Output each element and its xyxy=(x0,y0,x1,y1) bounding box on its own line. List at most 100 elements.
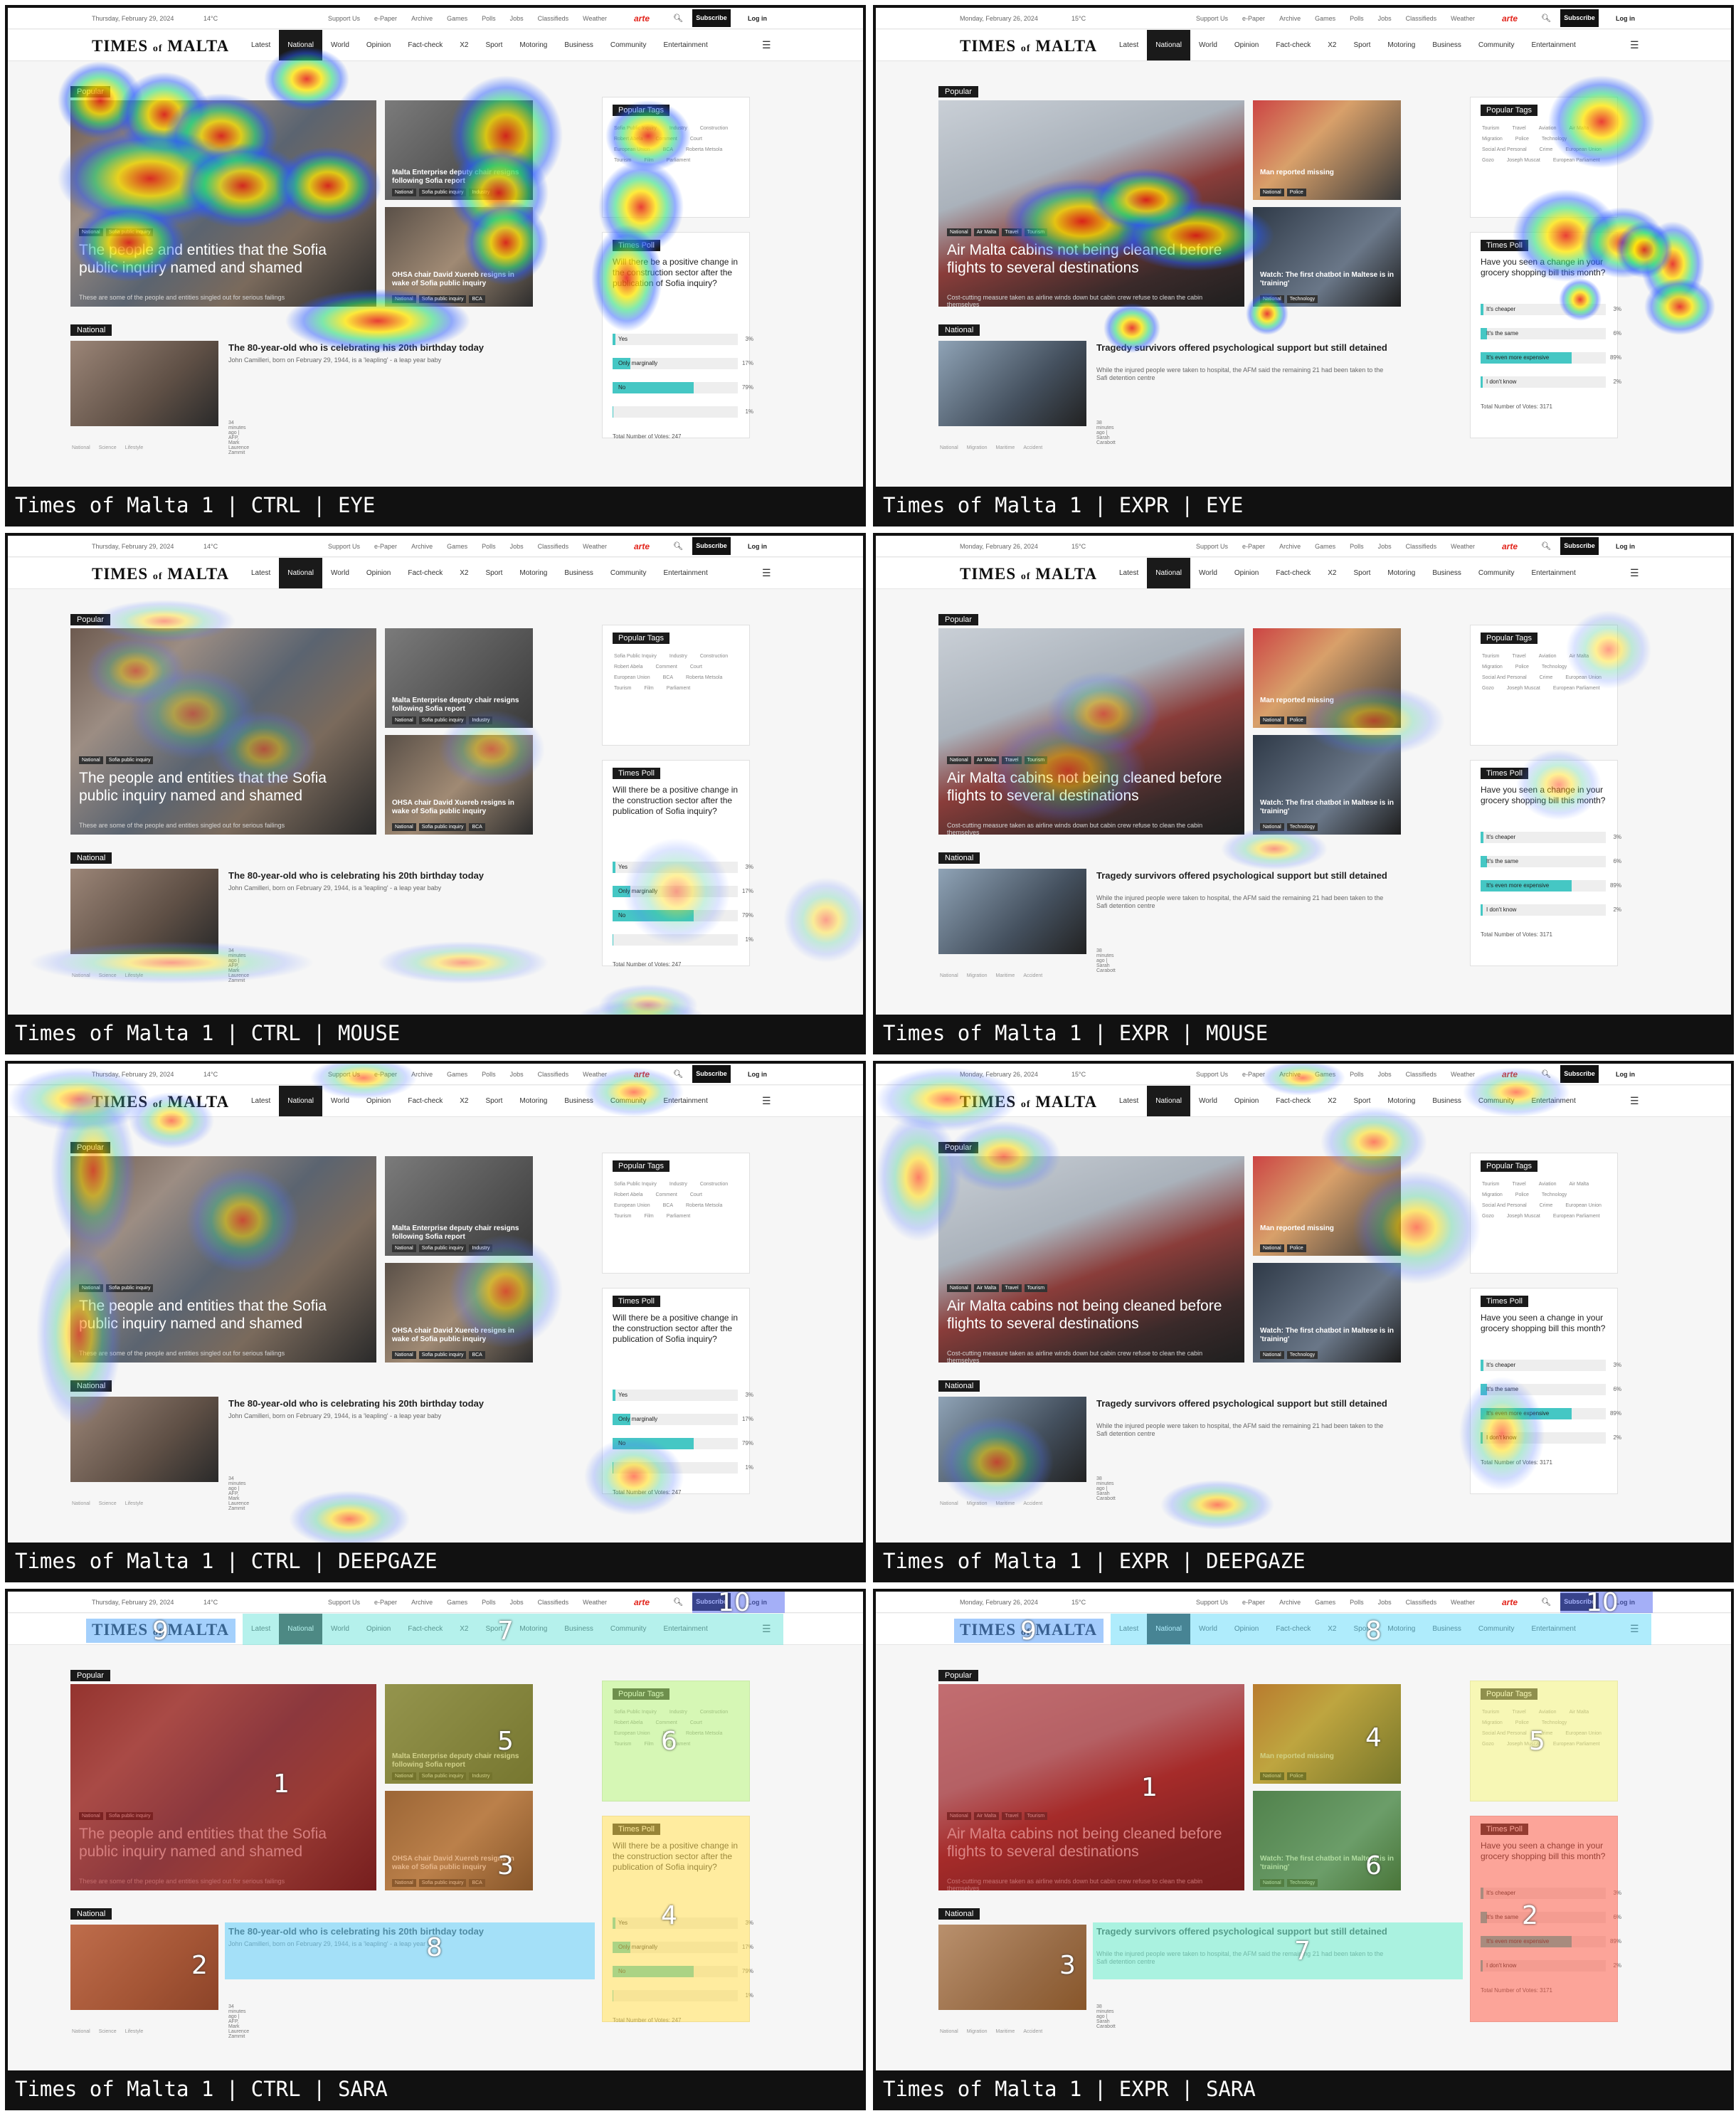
nav-item[interactable]: Latest xyxy=(1111,558,1147,588)
chip[interactable]: Migration xyxy=(967,973,988,978)
top-link[interactable]: Polls xyxy=(1350,543,1364,550)
chip[interactable]: Technology xyxy=(1286,1879,1318,1887)
tag-link[interactable]: BCA xyxy=(663,675,673,680)
nav-item[interactable]: X2 xyxy=(1319,1614,1345,1644)
tag-link[interactable]: Industry xyxy=(669,1710,687,1715)
chip[interactable]: Sofia public inquiry xyxy=(418,823,467,831)
top-link[interactable]: Games xyxy=(447,1599,467,1606)
tag-link[interactable]: Air Malta xyxy=(1570,1182,1589,1187)
tag-link[interactable]: European Union xyxy=(1565,1731,1602,1736)
login-link[interactable]: Log in xyxy=(1616,15,1635,22)
national-article-headline[interactable]: Tragedy survivors offered psychological … xyxy=(1096,1398,1395,1409)
nav-item[interactable]: World xyxy=(322,1086,358,1116)
chip[interactable]: National xyxy=(940,445,958,450)
tag-link[interactable]: Court xyxy=(690,1720,702,1725)
site-logo[interactable]: TIMES of MALTA xyxy=(960,1093,1097,1111)
tag-link[interactable]: Tourism xyxy=(614,158,632,163)
login-link[interactable]: Log in xyxy=(748,15,767,22)
chip[interactable]: Maritime xyxy=(995,973,1015,978)
hero-headline[interactable]: The people and entities that the Sofia p… xyxy=(79,1825,368,1861)
nav-item[interactable]: Business xyxy=(1424,558,1470,588)
top-link[interactable]: Classifieds xyxy=(538,15,569,22)
poll-option[interactable]: It's even more expensive 89% xyxy=(1481,880,1621,892)
top-link[interactable]: Jobs xyxy=(510,1599,524,1606)
tag-link[interactable]: Tourism xyxy=(1482,126,1500,131)
top-link[interactable]: Weather xyxy=(583,543,607,550)
tag-link[interactable]: Robert Abela xyxy=(614,665,642,670)
chip[interactable]: Travel xyxy=(1002,1812,1022,1820)
chip[interactable]: Accident xyxy=(1023,445,1042,450)
side-article-1-headline[interactable]: Man reported missing xyxy=(1260,169,1395,177)
tag-link[interactable]: Film xyxy=(645,1742,654,1747)
tag-link[interactable]: Construction xyxy=(700,1182,728,1187)
tag-link[interactable]: Aviation xyxy=(1539,1182,1557,1187)
nav-item[interactable]: Entertainment xyxy=(655,30,716,60)
side-article-2-headline[interactable]: Watch: The first chatbot in Maltese is i… xyxy=(1260,271,1395,288)
nav-item[interactable]: Business xyxy=(556,30,602,60)
arte-logo[interactable]: arte xyxy=(634,1597,650,1607)
side-article-1-headline[interactable]: Malta Enterprise deputy chair resigns fo… xyxy=(392,697,527,714)
top-link[interactable]: Weather xyxy=(583,1599,607,1606)
tag-link[interactable]: Roberta Metsola xyxy=(686,675,722,680)
side-article-1[interactable]: Man reported missing National Police xyxy=(1253,628,1401,728)
top-link[interactable]: Jobs xyxy=(1378,1599,1392,1606)
nav-item[interactable]: World xyxy=(1190,30,1226,60)
national-article-headline[interactable]: The 80-year-old who is celebrating his 2… xyxy=(228,1398,527,1409)
chip[interactable]: Maritime xyxy=(995,2029,1015,2034)
tag-link[interactable]: BCA xyxy=(663,1731,673,1736)
tag-link[interactable]: Social And Personal xyxy=(1482,147,1527,152)
nav-item[interactable]: Sport xyxy=(477,30,512,60)
subscribe-button[interactable]: Subscribe xyxy=(1560,1065,1599,1083)
national-article-image[interactable] xyxy=(938,341,1086,426)
chip[interactable]: National xyxy=(392,295,416,303)
top-link[interactable]: e-Paper xyxy=(1242,543,1265,550)
poll-option[interactable]: 1% xyxy=(613,1462,753,1474)
nav-item[interactable]: Sport xyxy=(1345,1086,1380,1116)
top-link[interactable]: e-Paper xyxy=(374,1071,397,1078)
side-article-2[interactable]: OHSA chair David Xuereb resigns in wake … xyxy=(385,735,533,835)
chip[interactable]: Sofia public inquiry xyxy=(105,228,154,236)
tag-link[interactable]: Aviation xyxy=(1539,654,1557,659)
top-link[interactable]: Games xyxy=(447,543,467,550)
hero-article[interactable]: National Sofia public inquiry The people … xyxy=(70,1156,376,1363)
nav-item[interactable]: Fact-check xyxy=(399,1086,451,1116)
side-article-1-headline[interactable]: Man reported missing xyxy=(1260,697,1395,705)
nav-item[interactable]: World xyxy=(322,1614,358,1644)
arte-logo[interactable]: arte xyxy=(634,541,650,551)
tag-link[interactable]: Crime xyxy=(1540,1203,1553,1208)
top-link[interactable]: Jobs xyxy=(1378,15,1392,22)
tag-link[interactable]: Police xyxy=(1515,1192,1529,1197)
tag-link[interactable]: Sofia Public Inquiry xyxy=(614,1182,657,1187)
tag-link[interactable]: Roberta Metsola xyxy=(686,147,722,152)
poll-option[interactable]: No 79% xyxy=(613,382,753,393)
nav-item[interactable]: Motoring xyxy=(511,558,556,588)
subscribe-button[interactable]: Subscribe xyxy=(692,9,731,27)
top-link[interactable]: Weather xyxy=(1451,1071,1475,1078)
poll-option[interactable]: I don't know 2% xyxy=(1481,904,1621,916)
tag-link[interactable]: Crime xyxy=(1540,1731,1553,1736)
side-article-1[interactable]: Malta Enterprise deputy chair resigns fo… xyxy=(385,1684,533,1784)
national-article-headline[interactable]: The 80-year-old who is celebrating his 2… xyxy=(228,870,527,882)
nav-item[interactable]: Community xyxy=(1470,30,1523,60)
side-article-2-headline[interactable]: OHSA chair David Xuereb resigns in wake … xyxy=(392,271,527,288)
poll-option[interactable]: It's the same 6% xyxy=(1481,856,1621,867)
nav-item[interactable]: Entertainment xyxy=(655,1614,716,1644)
top-link[interactable]: Polls xyxy=(482,15,496,22)
poll-option[interactable]: 1% xyxy=(613,1990,753,2001)
site-logo[interactable]: TIMES of MALTA xyxy=(92,37,229,55)
side-article-2-headline[interactable]: OHSA chair David Xuereb resigns in wake … xyxy=(392,799,527,816)
side-article-2-headline[interactable]: OHSA chair David Xuereb resigns in wake … xyxy=(392,1327,527,1344)
poll-option[interactable]: It's even more expensive 89% xyxy=(1481,1936,1621,1947)
top-link[interactable]: Archive xyxy=(411,543,433,550)
top-link[interactable]: Support Us xyxy=(328,15,360,22)
tag-link[interactable]: Tourism xyxy=(614,1214,632,1219)
tag-link[interactable]: European Union xyxy=(1565,1203,1602,1208)
tag-link[interactable]: Social And Personal xyxy=(1482,675,1527,680)
tag-link[interactable]: Tourism xyxy=(614,1742,632,1747)
menu-icon[interactable]: ☰ xyxy=(1630,39,1639,51)
nav-item[interactable]: Community xyxy=(1470,1614,1523,1644)
top-link[interactable]: Polls xyxy=(1350,1599,1364,1606)
chip[interactable]: National xyxy=(940,973,958,978)
poll-option[interactable]: 1% xyxy=(613,406,753,418)
nav-item[interactable]: X2 xyxy=(451,1086,477,1116)
